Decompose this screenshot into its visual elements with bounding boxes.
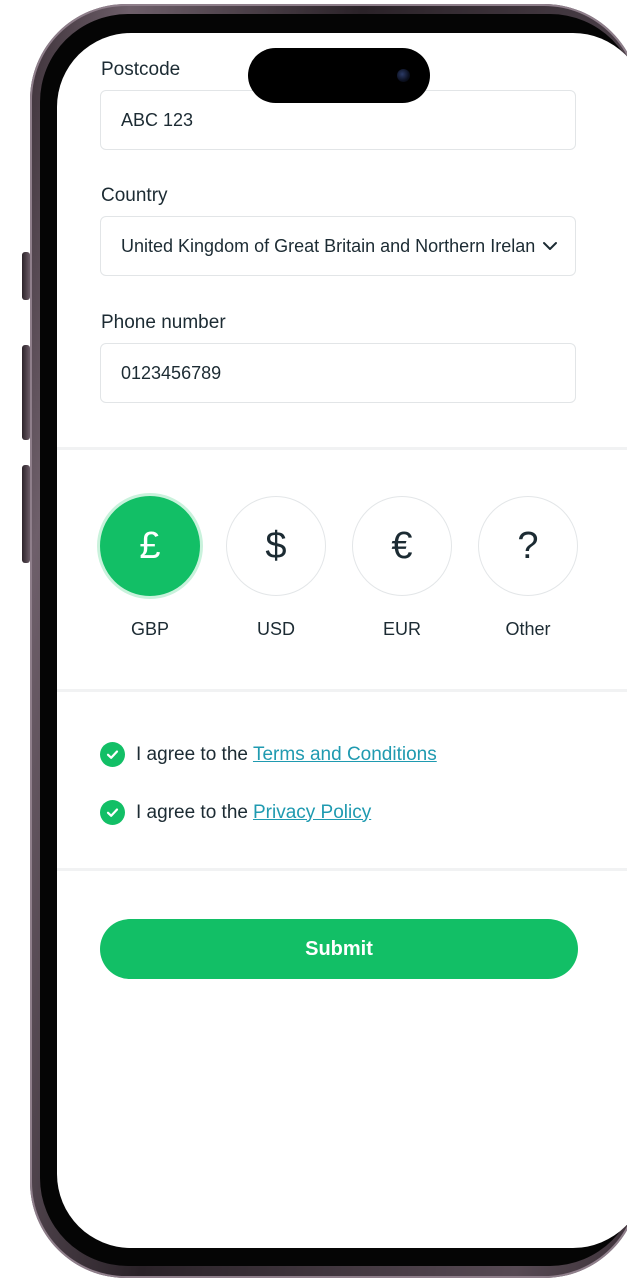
question-mark-icon: ? — [517, 524, 539, 567]
currency-label-other: Other — [505, 619, 551, 639]
checkmark-icon — [106, 750, 119, 759]
privacy-policy-link[interactable]: Privacy Policy — [253, 802, 371, 824]
check-circle-icon[interactable] — [100, 742, 125, 767]
postcode-value: ABC 123 — [121, 109, 194, 130]
phone-input[interactable]: 0123456789 — [100, 343, 576, 403]
chevron-down-icon — [543, 242, 557, 250]
check-circle-icon[interactable] — [100, 800, 125, 825]
currency-option-other[interactable]: ? — [478, 496, 578, 596]
submit-button[interactable]: Submit — [100, 919, 578, 979]
country-label: Country — [101, 185, 168, 206]
section-divider — [57, 868, 627, 871]
currency-option-eur[interactable]: € — [352, 496, 452, 596]
checkmark-icon — [106, 808, 119, 817]
country-value: United Kingdom of Great Britain and Nort… — [121, 235, 535, 256]
terms-and-conditions-link[interactable]: Terms and Conditions — [253, 744, 437, 766]
dynamic-island — [248, 48, 430, 103]
country-select[interactable]: United Kingdom of Great Britain and Nort… — [100, 216, 576, 276]
terms-agreement-row: I agree to the Terms and Conditions — [100, 742, 437, 767]
phone-volume-down-button — [22, 465, 30, 563]
phone-value: 0123456789 — [121, 362, 222, 383]
currency-label-gbp: GBP — [130, 619, 169, 639]
phone-volume-up-button — [22, 345, 30, 440]
terms-agreement-prefix: I agree to the — [136, 743, 248, 765]
section-divider — [57, 689, 627, 692]
currency-label-usd: USD — [256, 619, 295, 639]
phone-label: Phone number — [101, 312, 226, 333]
currency-option-usd[interactable]: $ — [226, 496, 326, 596]
dollar-icon: $ — [265, 524, 287, 567]
pound-icon: £ — [139, 524, 161, 567]
euro-icon: € — [391, 524, 413, 567]
currency-label-eur: EUR — [382, 619, 421, 639]
section-divider — [57, 447, 627, 450]
app-screenshot: Postcode ABC 123 Country United Kingdom … — [0, 0, 627, 1281]
camera-lens-icon — [397, 69, 410, 82]
privacy-agreement-prefix: I agree to the — [136, 801, 248, 823]
currency-option-gbp[interactable]: £ — [100, 496, 200, 596]
phone-action-button — [22, 252, 30, 300]
privacy-agreement-row: I agree to the Privacy Policy — [100, 800, 371, 825]
postcode-label: Postcode — [101, 59, 181, 80]
